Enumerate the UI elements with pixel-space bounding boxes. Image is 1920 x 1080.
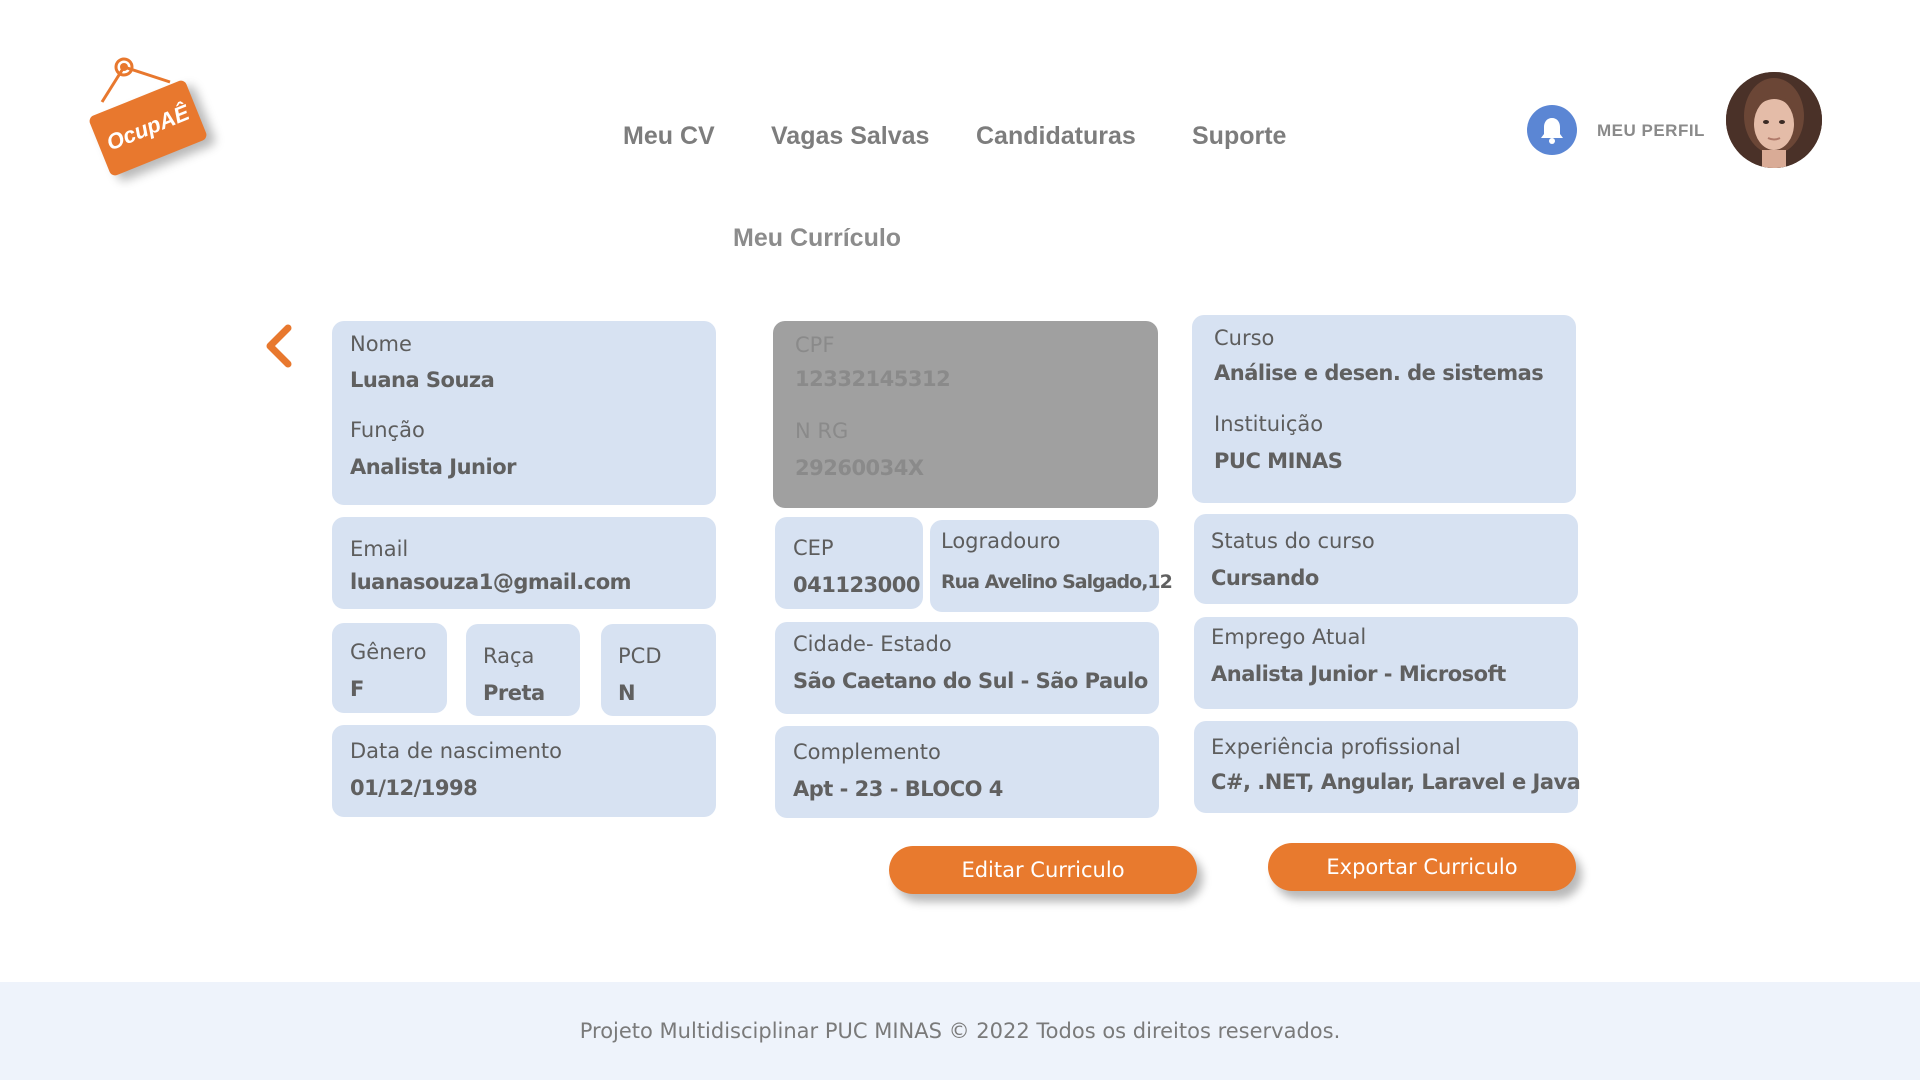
value-pcd: N (618, 681, 636, 705)
card-cidade: Cidade- Estado São Caetano do Sul - São … (775, 622, 1159, 714)
notifications-button[interactable] (1527, 105, 1577, 155)
value-funcao: Analista Junior (350, 455, 517, 479)
logo-text: OcupAÊ (102, 99, 193, 156)
label-logradouro: Logradouro (941, 529, 1061, 553)
value-rg: 29260034X (795, 456, 924, 480)
app-logo[interactable]: OcupAÊ (82, 52, 232, 192)
label-status-curso: Status do curso (1211, 529, 1375, 553)
nav-vagas-salvas[interactable]: Vagas Salvas (771, 122, 929, 151)
value-nome: Luana Souza (350, 368, 495, 392)
value-email: luanasouza1@gmail.com (350, 570, 632, 594)
avatar-photo (1726, 72, 1822, 168)
label-instituicao: Instituição (1214, 412, 1324, 436)
label-cep: CEP (793, 536, 834, 560)
value-logradouro: Rua Avelino Salgado,12 (941, 571, 1173, 593)
label-email: Email (350, 537, 409, 561)
value-raca: Preta (483, 681, 545, 705)
card-experiencia: Experiência profissional C#, .NET, Angul… (1194, 721, 1581, 813)
value-nascimento: 01/12/1998 (350, 776, 478, 800)
nav-suporte[interactable]: Suporte (1192, 122, 1286, 151)
card-raca: Raça Preta (466, 624, 580, 716)
label-experiencia: Experiência profissional (1211, 735, 1461, 759)
label-emprego: Emprego Atual (1211, 625, 1367, 649)
card-genero: Gênero F (332, 623, 447, 713)
label-nome: Nome (350, 332, 412, 356)
edit-curriculo-button[interactable]: Editar Curriculo (889, 846, 1197, 894)
value-emprego: Analista Junior - Microsoft (1211, 662, 1506, 686)
card-cep: CEP 041123000 (775, 517, 923, 609)
footer-text: Projeto Multidisciplinar PUC MINAS © 202… (579, 1019, 1341, 1043)
value-cidade: São Caetano do Sul - São Paulo (793, 669, 1148, 693)
label-pcd: PCD (618, 644, 662, 668)
value-experiencia: C#, .NET, Angular, Laravel e Java (1211, 770, 1581, 794)
label-curso: Curso (1214, 326, 1275, 350)
value-genero: F (350, 677, 364, 701)
page-title: Meu Currículo (733, 224, 902, 252)
value-status-curso: Cursando (1211, 566, 1319, 590)
card-nascimento: Data de nascimento 01/12/1998 (332, 725, 716, 817)
label-complemento: Complemento (793, 740, 941, 764)
label-cpf: CPF (795, 333, 835, 357)
back-button[interactable] (262, 322, 296, 370)
label-funcao: Função (350, 418, 425, 442)
label-rg: N RG (795, 419, 849, 443)
value-cep: 041123000 (793, 573, 921, 597)
card-documentos: CPF 12332145312 N RG 29260034X (773, 321, 1158, 508)
label-raca: Raça (483, 644, 535, 668)
nav-meu-cv[interactable]: Meu CV (623, 122, 715, 151)
card-status-curso: Status do curso Cursando (1194, 514, 1578, 604)
card-pcd: PCD N (601, 624, 716, 716)
value-complemento: Apt - 23 - BLOCO 4 (793, 777, 1003, 801)
footer: Projeto Multidisciplinar PUC MINAS © 202… (0, 982, 1920, 1080)
chevron-left-icon (266, 324, 292, 368)
label-nascimento: Data de nascimento (350, 739, 563, 763)
avatar[interactable] (1726, 72, 1822, 168)
value-curso: Análise e desen. de sistemas (1214, 361, 1544, 385)
profile-link[interactable]: MEU PERFIL (1597, 121, 1705, 141)
card-emprego: Emprego Atual Analista Junior - Microsof… (1194, 617, 1578, 709)
nav-candidaturas[interactable]: Candidaturas (976, 122, 1136, 151)
bell-icon (1541, 118, 1563, 144)
label-cidade: Cidade- Estado (793, 632, 952, 656)
export-curriculo-button[interactable]: Exportar Curriculo (1268, 843, 1576, 891)
card-curso: Curso Análise e desen. de sistemas Insti… (1192, 315, 1576, 503)
value-cpf: 12332145312 (795, 367, 951, 391)
label-genero: Gênero (350, 640, 427, 664)
card-complemento: Complemento Apt - 23 - BLOCO 4 (775, 726, 1159, 818)
card-nome-funcao: Nome Luana Souza Função Analista Junior (332, 321, 716, 505)
value-instituicao: PUC MINAS (1214, 449, 1343, 473)
card-email: Email luanasouza1@gmail.com (332, 517, 716, 609)
card-logradouro: Logradouro Rua Avelino Salgado,12 (930, 520, 1173, 612)
